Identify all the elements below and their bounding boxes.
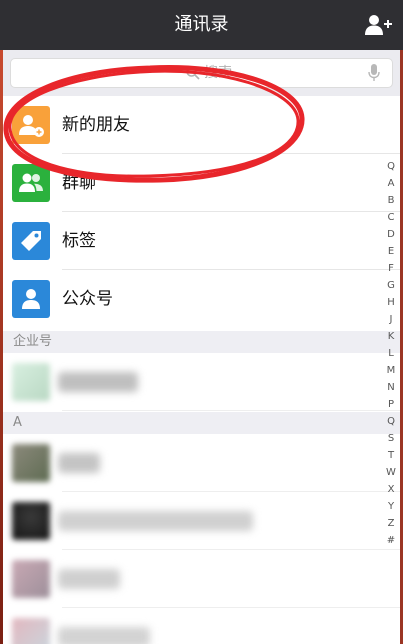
index-letter[interactable]: D bbox=[383, 226, 399, 243]
contact-name-blurred bbox=[58, 453, 100, 473]
contacts-screen: 通讯录 搜索 新的朋友 群聊 标签 公众号 企业号 A Q A B C D E … bbox=[0, 0, 403, 644]
official-accounts-row[interactable]: 公众号 bbox=[0, 270, 403, 328]
tag-icon bbox=[12, 222, 50, 260]
index-letter[interactable]: # bbox=[383, 532, 399, 549]
index-letter[interactable]: Q bbox=[383, 158, 399, 175]
index-letter[interactable]: X bbox=[383, 481, 399, 498]
index-letter[interactable]: C bbox=[383, 209, 399, 226]
official-accounts-label: 公众号 bbox=[62, 289, 113, 309]
index-letter[interactable]: W bbox=[383, 464, 399, 481]
tags-row[interactable]: 标签 bbox=[0, 212, 403, 270]
section-header-enterprise: 企业号 bbox=[0, 331, 403, 353]
contact-row[interactable] bbox=[0, 353, 403, 411]
index-letter[interactable]: A bbox=[383, 175, 399, 192]
avatar bbox=[12, 618, 50, 644]
index-letter[interactable]: G bbox=[383, 277, 399, 294]
index-letter[interactable]: Q bbox=[383, 413, 399, 430]
search-bar: 搜索 bbox=[0, 50, 403, 96]
index-letter[interactable]: M bbox=[383, 362, 399, 379]
index-letter[interactable]: E bbox=[383, 243, 399, 260]
contact-name-blurred bbox=[58, 627, 150, 644]
divider bbox=[62, 410, 403, 411]
search-input[interactable]: 搜索 bbox=[10, 58, 393, 88]
nav-bar: 通讯录 bbox=[0, 0, 403, 50]
alphabet-index[interactable]: Q A B C D E F G H J K L M N P Q S T W X Y Z # bbox=[383, 158, 399, 549]
index-letter[interactable]: P bbox=[383, 396, 399, 413]
avatar bbox=[12, 444, 50, 482]
index-letter[interactable]: B bbox=[383, 192, 399, 209]
index-letter[interactable]: Z bbox=[383, 515, 399, 532]
contact-name-blurred bbox=[58, 511, 253, 531]
contact-row[interactable] bbox=[0, 608, 403, 644]
new-friends-row[interactable]: 新的朋友 bbox=[0, 96, 403, 154]
contact-name-blurred bbox=[58, 372, 138, 392]
new-friend-icon bbox=[12, 106, 50, 144]
left-edge bbox=[0, 50, 3, 644]
index-letter[interactable]: S bbox=[383, 430, 399, 447]
contact-row[interactable] bbox=[0, 434, 403, 492]
index-letter[interactable]: T bbox=[383, 447, 399, 464]
index-letter[interactable]: Y bbox=[383, 498, 399, 515]
search-icon bbox=[185, 65, 201, 81]
avatar bbox=[12, 502, 50, 540]
index-letter[interactable]: K bbox=[383, 328, 399, 345]
group-chats-label: 群聊 bbox=[62, 173, 96, 193]
avatar bbox=[12, 363, 50, 401]
index-letter[interactable]: F bbox=[383, 260, 399, 277]
group-chats-row[interactable]: 群聊 bbox=[0, 154, 403, 212]
contact-row[interactable] bbox=[0, 550, 403, 608]
search-placeholder: 搜索 bbox=[204, 65, 232, 81]
index-letter[interactable]: H bbox=[383, 294, 399, 311]
contact-name-blurred bbox=[58, 569, 120, 589]
page-title: 通讯录 bbox=[174, 14, 229, 35]
section-header-a: A bbox=[0, 412, 403, 434]
index-letter[interactable]: J bbox=[383, 311, 399, 328]
group-chat-icon bbox=[12, 164, 50, 202]
contact-row[interactable] bbox=[0, 492, 403, 550]
avatar bbox=[12, 560, 50, 598]
official-account-icon bbox=[12, 280, 50, 318]
add-contact-icon[interactable] bbox=[363, 12, 393, 38]
new-friends-label: 新的朋友 bbox=[62, 115, 130, 135]
index-letter[interactable]: L bbox=[383, 345, 399, 362]
index-letter[interactable]: N bbox=[383, 379, 399, 396]
tags-label: 标签 bbox=[62, 231, 96, 251]
microphone-icon[interactable] bbox=[368, 64, 380, 82]
